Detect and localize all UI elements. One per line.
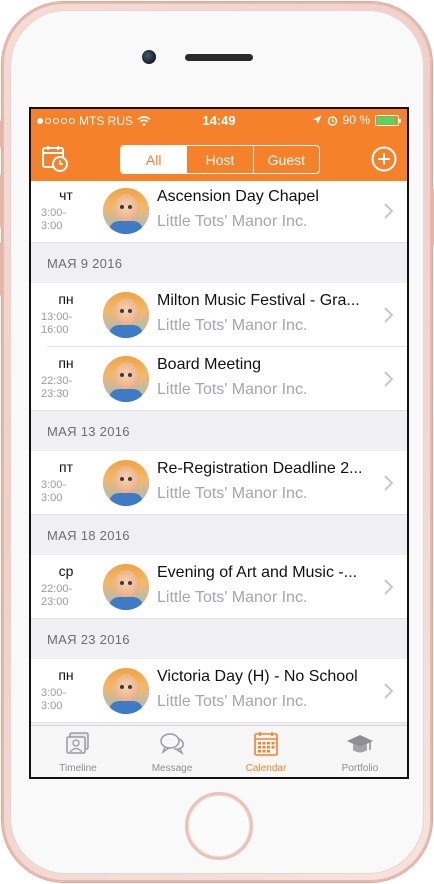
event-host: Little Tots' Manor Inc. (157, 381, 308, 398)
graduation-cap-icon (347, 735, 373, 753)
tab-label: Calendar (245, 763, 287, 774)
screen: MTS RUS 14:49 90 % All Host Guest чт 3:0… (29, 107, 409, 779)
avatar (103, 460, 149, 506)
section-date-header: МАЯ 13 2016 (31, 411, 407, 451)
segment-guest[interactable]: Guest (254, 146, 319, 173)
event-host: Little Tots' Manor Inc. (157, 693, 308, 710)
front-camera (142, 50, 156, 64)
home-button[interactable] (185, 792, 253, 860)
avatar (103, 188, 149, 234)
event-host: Little Tots' Manor Inc. (157, 213, 308, 230)
chevron-right-icon (384, 579, 393, 595)
tab-message[interactable]: Message (125, 726, 219, 777)
event-row[interactable]: ср 22:00- 23:00 Evening of Art and Music… (31, 555, 407, 619)
status-bar: MTS RUS 14:49 90 % (31, 109, 407, 131)
event-title: Evening of Art and Music -... (157, 564, 358, 581)
phone-frame: MTS RUS 14:49 90 % All Host Guest чт 3:0… (0, 2, 434, 882)
event-list: чт 3:00- 3:00 Ascension Day Chapel Littl… (31, 181, 407, 725)
event-time: 3:00- 3:00 (41, 687, 67, 712)
event-row[interactable]: пт 3:00- 3:00 Re-Registration Deadline 2… (31, 451, 407, 515)
event-weekday: пн (58, 291, 74, 307)
event-time: 3:00- 3:00 (41, 479, 67, 504)
event-time: 22:30- 23:30 (41, 375, 73, 400)
event-weekday: пн (58, 355, 74, 371)
alarm-icon (327, 115, 337, 126)
section-date-header: МАЯ 9 2016 (31, 243, 407, 283)
section-date-header: МАЯ 23 2016 (31, 619, 407, 659)
chevron-right-icon (384, 307, 393, 323)
event-title: Re-Registration Deadline 2... (157, 460, 363, 477)
avatar (103, 564, 149, 610)
event-time: 22:00- 23:00 (41, 583, 73, 608)
event-host: Little Tots' Manor Inc. (157, 589, 308, 606)
event-title: Ascension Day Chapel (157, 188, 319, 205)
tab-label: Timeline (59, 763, 97, 774)
event-time: 3:00- 3:00 (41, 207, 67, 232)
tab-label: Portfolio (341, 763, 379, 774)
avatar (103, 292, 149, 338)
event-weekday: пн (58, 667, 74, 683)
tab-timeline[interactable]: Timeline (31, 726, 125, 777)
calendar-clock-icon[interactable] (41, 144, 69, 172)
earpiece-speaker (185, 54, 253, 61)
event-row[interactable]: чт 3:00- 3:00 Ascension Day Chapel Littl… (31, 181, 407, 243)
event-host: Little Tots' Manor Inc. (157, 485, 308, 502)
event-title: Board Meeting (157, 356, 262, 373)
tab-label: Message (151, 763, 193, 774)
chevron-right-icon (384, 203, 393, 219)
battery-percent: 90 % (342, 113, 370, 127)
event-time: 13:00- 16:00 (41, 311, 73, 336)
chevron-right-icon (384, 475, 393, 491)
chevron-right-icon (384, 683, 393, 699)
volume-down-button (0, 242, 3, 296)
chat-bubbles-icon (160, 733, 184, 755)
tab-calendar[interactable]: Calendar (219, 726, 313, 777)
filter-segmented-control: All Host Guest (120, 145, 320, 174)
add-event-icon[interactable] (371, 146, 397, 172)
tab-bar: Timeline Message Calendar Portfolio (31, 725, 407, 777)
battery-icon (375, 114, 401, 126)
photos-icon (66, 732, 89, 754)
event-title: Milton Music Festival - Gra... (157, 292, 360, 309)
event-weekday: ср (58, 563, 74, 579)
calendar-icon (254, 732, 278, 756)
volume-up-button (0, 174, 3, 228)
location-arrow-icon (312, 115, 322, 125)
segment-host[interactable]: Host (187, 146, 254, 173)
event-host: Little Tots' Manor Inc. (157, 317, 308, 334)
avatar (103, 668, 149, 714)
event-title: Victoria Day (H) - No School (157, 668, 358, 685)
event-row[interactable]: пн 22:30- 23:30 Board Meeting Little Tot… (31, 347, 407, 411)
status-right: 90 % (312, 113, 401, 127)
event-row[interactable]: пн 13:00- 16:00 Milton Music Festival - … (31, 283, 407, 347)
navigation-bar: MTS RUS 14:49 90 % All Host Guest (31, 109, 407, 181)
event-weekday: пт (59, 459, 73, 475)
avatar (103, 356, 149, 402)
section-date-header: МАЯ 18 2016 (31, 515, 407, 555)
segment-all[interactable]: All (121, 146, 188, 173)
event-row[interactable]: пн 3:00- 3:00 Victoria Day (H) - No Scho… (31, 659, 407, 723)
chevron-right-icon (384, 371, 393, 387)
event-weekday: чт (59, 187, 73, 203)
mute-switch (0, 120, 3, 148)
tab-portfolio[interactable]: Portfolio (313, 726, 407, 777)
